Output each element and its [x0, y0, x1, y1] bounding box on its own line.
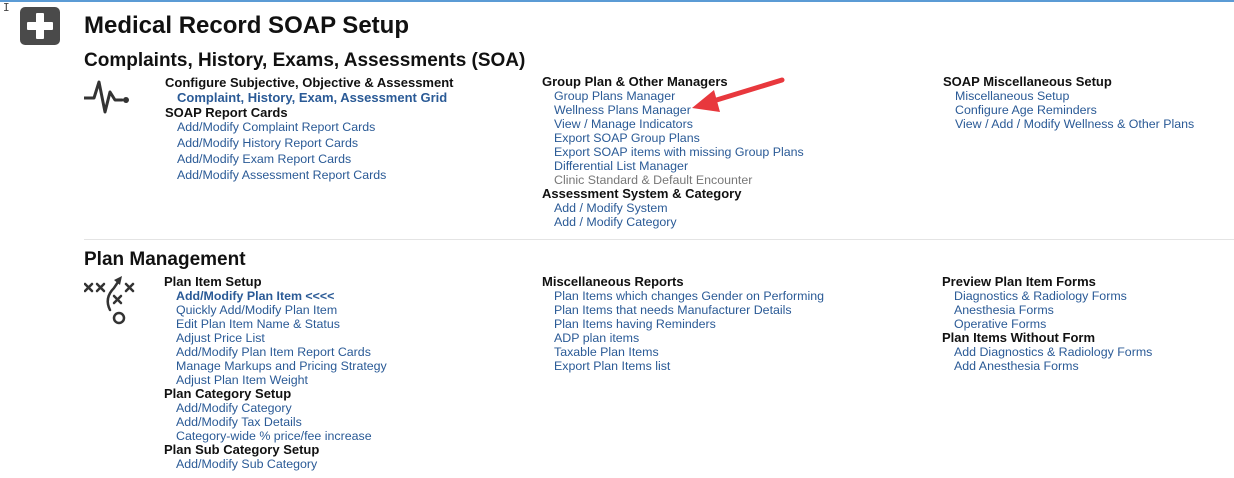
history-report-cards-link[interactable]: Add/Modify History Report Cards [165, 136, 454, 150]
view-manage-indicators-link[interactable]: View / Manage Indicators [542, 117, 804, 131]
red-arrow-annotation [692, 77, 785, 112]
plan-section-heading: Plan Management [84, 249, 246, 270]
anesthesia-forms-link[interactable]: Anesthesia Forms [942, 303, 1152, 317]
plan-column-1: Plan Item Setup Add/Modify Plan Item <<<… [164, 274, 387, 472]
add-modify-tax-details-link[interactable]: Add/Modify Tax Details [164, 415, 387, 429]
group-heading: Configure Subjective, Objective & Assess… [165, 75, 454, 90]
group-heading: Preview Plan Item Forms [942, 274, 1096, 289]
plan-column-2: Miscellaneous Reports Plan Items which c… [542, 274, 824, 374]
adjust-plan-item-weight-link[interactable]: Adjust Plan Item Weight [164, 373, 387, 387]
add-modify-category-link[interactable]: Add/Modify Category [164, 401, 387, 415]
export-plan-items-list-link[interactable]: Export Plan Items list [542, 359, 824, 373]
wellness-other-plans-link[interactable]: View / Add / Modify Wellness & Other Pla… [943, 117, 1194, 131]
quick-add-modify-plan-item-link[interactable]: Quickly Add/Modify Plan Item [164, 303, 387, 317]
group-heading: Plan Item Setup [164, 274, 262, 289]
exam-report-cards-link[interactable]: Add/Modify Exam Report Cards [165, 152, 454, 166]
complaint-report-cards-link[interactable]: Add/Modify Complaint Report Cards [165, 120, 454, 134]
soa-section-heading: Complaints, History, Exams, Assessments … [84, 50, 526, 71]
add-modify-plan-item-link[interactable]: Add/Modify Plan Item <<<< [164, 289, 387, 303]
taxable-plan-items-link[interactable]: Taxable Plan Items [542, 345, 824, 359]
group-heading: Plan Items Without Form [942, 330, 1095, 345]
add-modify-system-link[interactable]: Add / Modify System [542, 201, 804, 215]
diagnostics-radiology-forms-link[interactable]: Diagnostics & Radiology Forms [942, 289, 1152, 303]
miscellaneous-setup-link[interactable]: Miscellaneous Setup [943, 89, 1194, 103]
export-soap-missing-group-plans-link[interactable]: Export SOAP items with missing Group Pla… [542, 145, 804, 159]
add-anesthesia-forms-link[interactable]: Add Anesthesia Forms [942, 359, 1152, 373]
top-border [0, 0, 1234, 2]
items-having-reminders-link[interactable]: Plan Items having Reminders [542, 317, 824, 331]
differential-list-manager-link[interactable]: Differential List Manager [542, 159, 804, 173]
group-heading: Assessment System & Category [542, 186, 742, 201]
add-diagnostics-radiology-forms-link[interactable]: Add Diagnostics & Radiology Forms [942, 345, 1152, 359]
markups-pricing-strategy-link[interactable]: Manage Markups and Pricing Strategy [164, 359, 387, 373]
add-modify-category-link[interactable]: Add / Modify Category [542, 215, 804, 229]
configure-age-reminders-link[interactable]: Configure Age Reminders [943, 103, 1194, 117]
group-heading: SOAP Report Cards [165, 105, 288, 120]
group-heading: Plan Sub Category Setup [164, 442, 320, 457]
edit-plan-item-name-status-link[interactable]: Edit Plan Item Name & Status [164, 317, 387, 331]
soa-column-3: SOAP Miscellaneous Setup Miscellaneous S… [943, 74, 1194, 132]
plan-column-3: Preview Plan Item Forms Diagnostics & Ra… [942, 274, 1152, 374]
add-plus-icon[interactable] [20, 7, 60, 45]
plan-item-report-cards-link[interactable]: Add/Modify Plan Item Report Cards [164, 345, 387, 359]
page-title: Medical Record SOAP Setup [84, 12, 409, 39]
complaint-history-exam-grid-link[interactable]: Complaint, History, Exam, Assessment Gri… [165, 90, 454, 106]
vital-signs-icon [84, 80, 129, 114]
gender-changing-items-link[interactable]: Plan Items which changes Gender on Perfo… [542, 289, 824, 303]
adjust-price-list-link[interactable]: Adjust Price List [164, 331, 387, 345]
export-soap-group-plans-link[interactable]: Export SOAP Group Plans [542, 131, 804, 145]
group-heading: Plan Category Setup [164, 386, 292, 401]
operative-forms-link[interactable]: Operative Forms [942, 317, 1152, 331]
manufacturer-details-items-link[interactable]: Plan Items that needs Manufacturer Detai… [542, 303, 824, 317]
assessment-report-cards-link[interactable]: Add/Modify Assessment Report Cards [165, 168, 454, 182]
text-cursor: I [3, 1, 10, 14]
group-heading: SOAP Miscellaneous Setup [943, 74, 1112, 89]
adp-plan-items-link[interactable]: ADP plan items [542, 331, 824, 345]
group-heading: Miscellaneous Reports [542, 274, 684, 289]
play-strategy-icon [84, 276, 135, 325]
section-divider [84, 239, 1234, 240]
category-wide-price-increase-link[interactable]: Category-wide % price/fee increase [164, 429, 387, 443]
clinic-standard-default-encounter-link[interactable]: Clinic Standard & Default Encounter [542, 173, 804, 187]
soa-column-1: Configure Subjective, Objective & Assess… [165, 75, 454, 183]
add-modify-sub-category-link[interactable]: Add/Modify Sub Category [164, 457, 387, 471]
